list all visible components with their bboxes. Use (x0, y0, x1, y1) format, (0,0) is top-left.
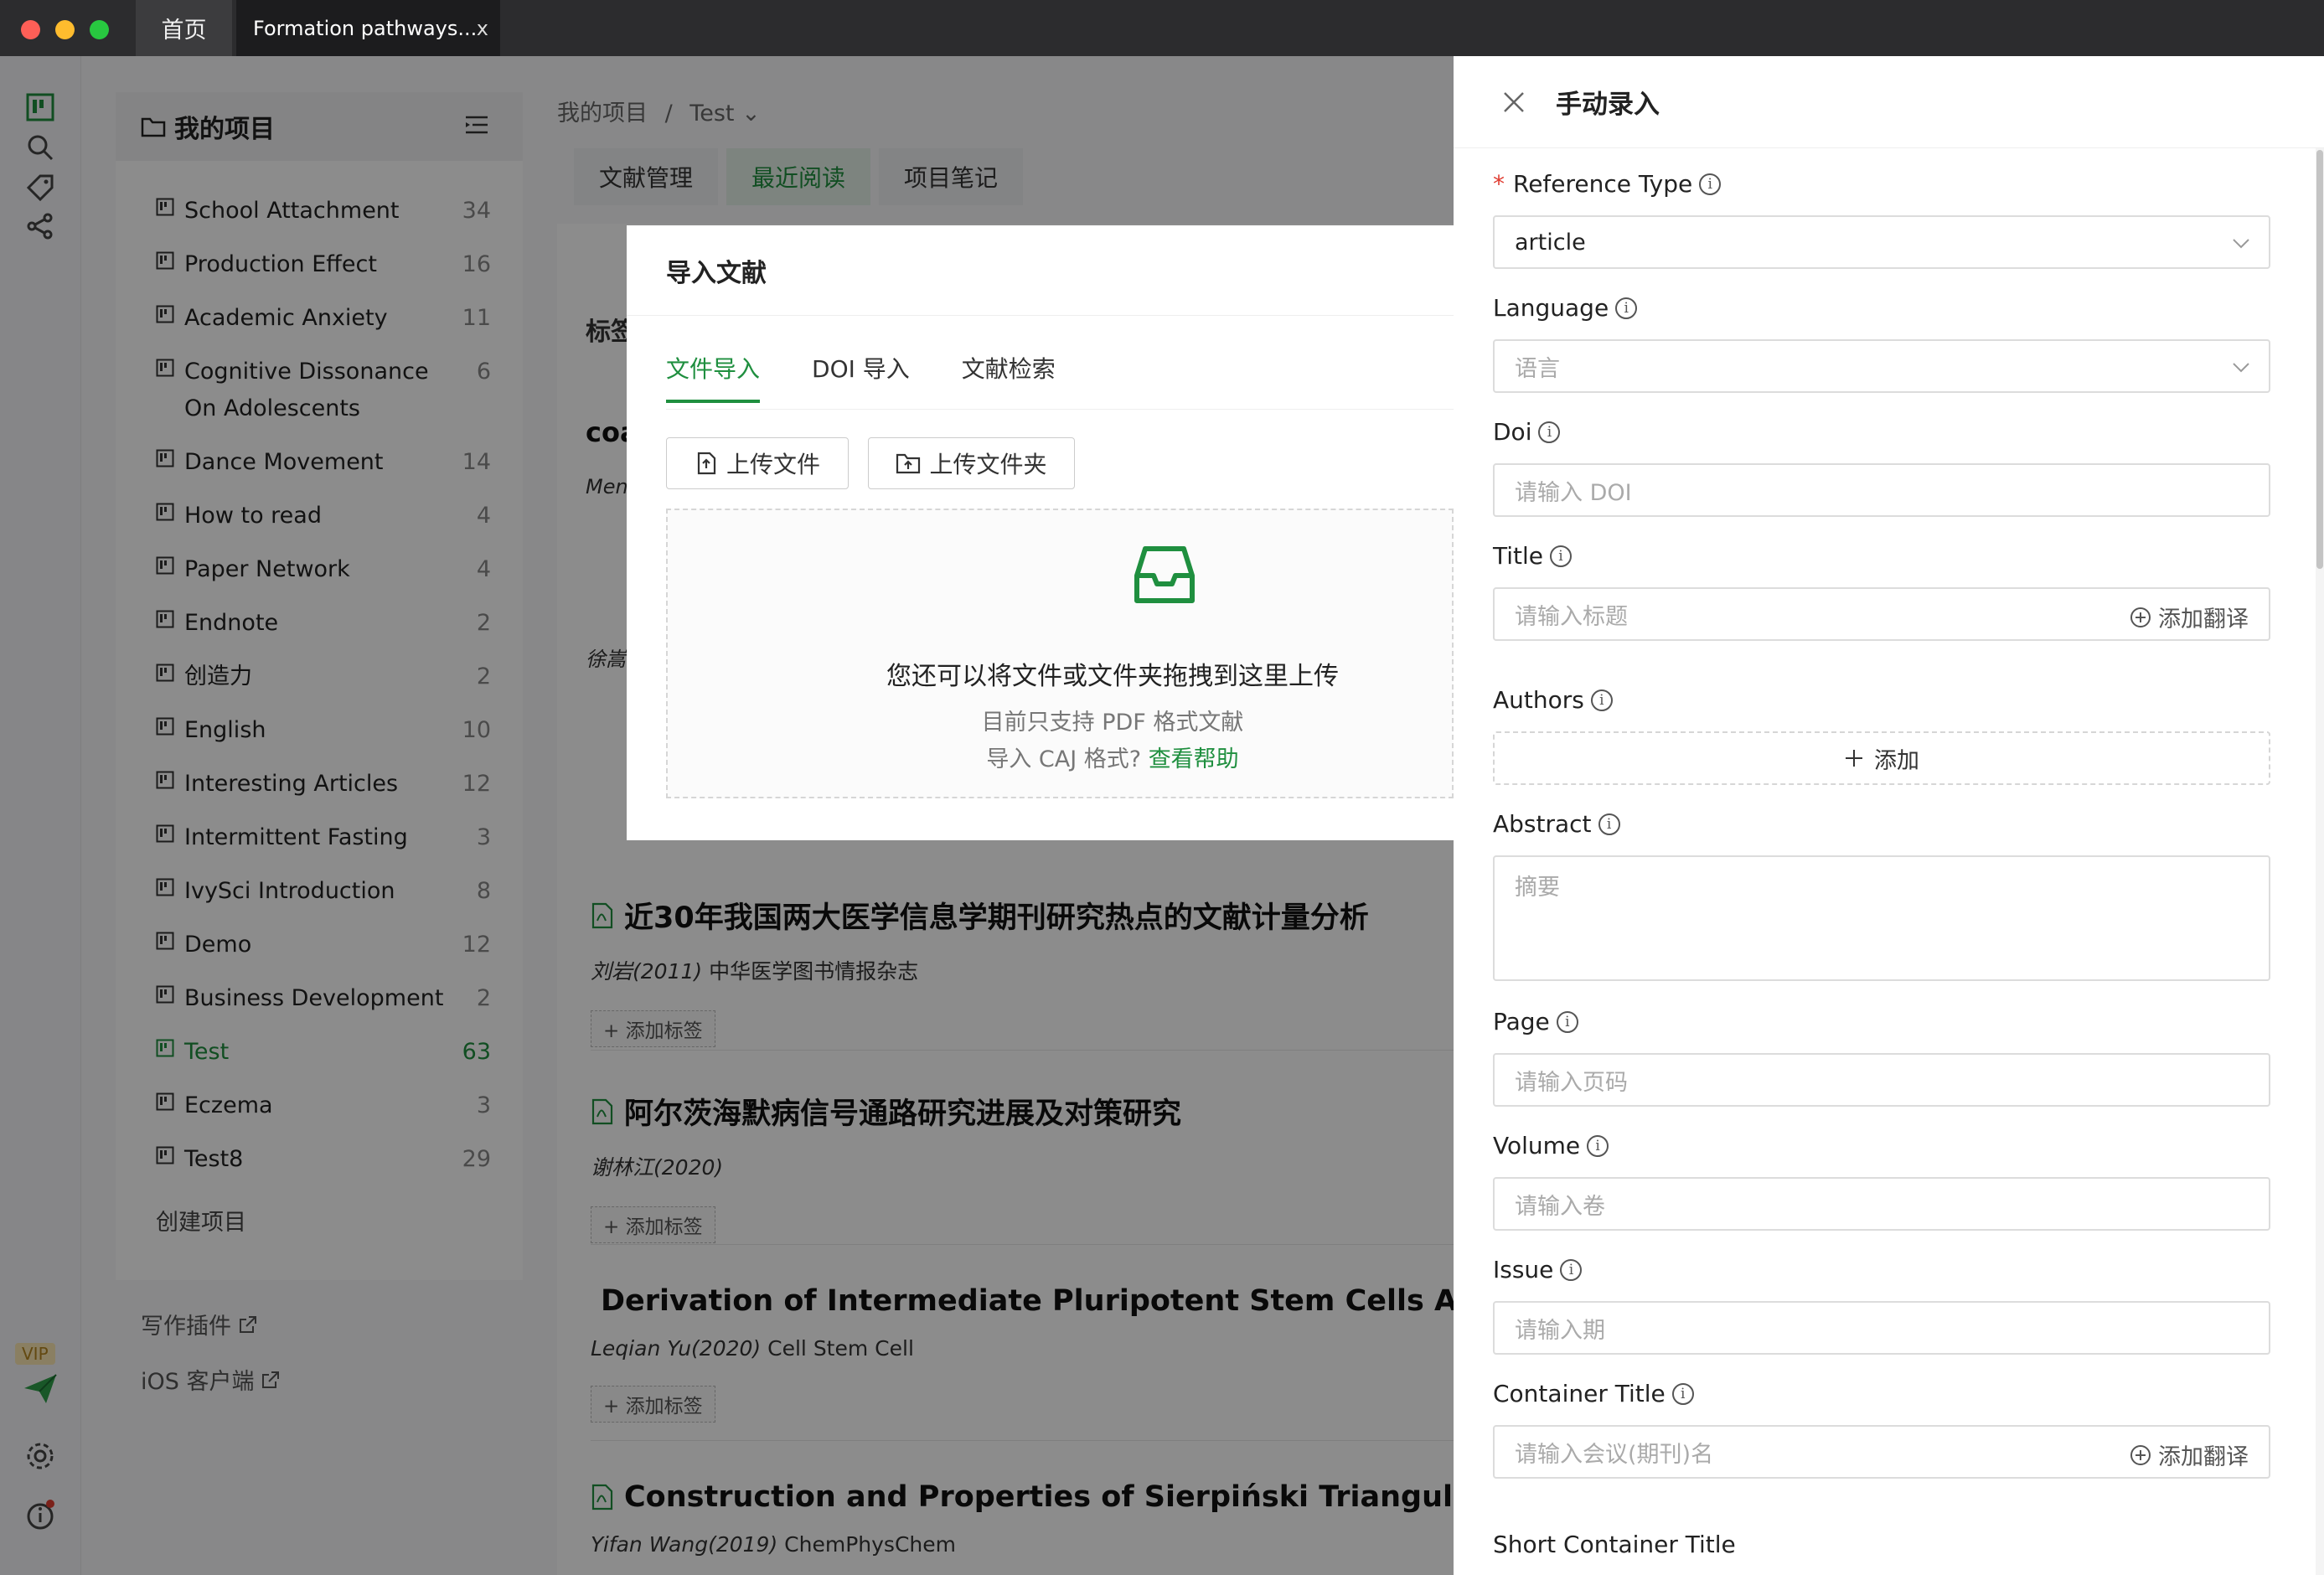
page-label-text: Page (1493, 1008, 1550, 1035)
tab-literature-search[interactable]: 文献检索 (962, 351, 1056, 403)
panel-title: 手动录入 (1556, 90, 1660, 120)
window-zoom-button[interactable] (90, 20, 109, 39)
drop-zone-caj-note: 导入 CAJ 格式? 查看帮助 (627, 741, 1598, 773)
page-label: Page i (1493, 1008, 1578, 1035)
container-title-input[interactable]: 请输入会议(期刊)名 添加翻译 (1493, 1425, 2270, 1479)
issue-label: Issue i (1493, 1256, 1583, 1283)
abstract-textarea[interactable]: 摘要 (1493, 855, 2270, 981)
window-close-button[interactable] (21, 20, 40, 39)
volume-label-text: Volume (1493, 1132, 1581, 1159)
language-label: Language i (1493, 294, 1638, 322)
info-icon[interactable]: i (1699, 173, 1722, 195)
add-author-button[interactable]: 添加 (1493, 731, 2270, 785)
info-icon[interactable]: i (1590, 689, 1613, 711)
title-input[interactable]: 请输入标题 添加翻译 (1493, 587, 2270, 641)
drop-zone-pdf-note: 目前只支持 PDF 格式文献 (981, 710, 1244, 736)
page-placeholder: 请输入页码 (1515, 1069, 1628, 1096)
add-translation-button[interactable]: 添加翻译 (2130, 1438, 2249, 1471)
chevron-down-icon (2233, 239, 2249, 249)
drop-zone-main-text: 您还可以将文件或文件夹拖拽到这里上传 (886, 662, 1339, 691)
chevron-down-icon (2233, 363, 2249, 373)
abstract-label: Abstract i (1493, 810, 1620, 838)
add-translation-label: 添加翻译 (2158, 607, 2249, 633)
reference-type-select[interactable]: article (1493, 215, 2270, 269)
info-icon[interactable]: i (1538, 421, 1561, 443)
language-select[interactable]: 语言 (1493, 339, 2270, 393)
tab-home[interactable]: 首页 (136, 0, 232, 56)
doi-placeholder: 请输入 DOI (1515, 479, 1632, 506)
tab-file-import[interactable]: 文件导入 (666, 351, 761, 403)
close-icon[interactable] (1502, 90, 1526, 114)
authors-label: Authors i (1493, 686, 1613, 714)
issue-label-text: Issue (1493, 1256, 1554, 1283)
info-icon[interactable]: i (1671, 1382, 1694, 1405)
language-label-text: Language (1493, 294, 1609, 322)
tab-document[interactable]: Formation pathways... x (236, 0, 500, 56)
caj-question: 导入 CAJ 格式? (986, 746, 1142, 772)
plus-circle-icon (2130, 607, 2151, 627)
reference-type-label: * Reference Type i (1493, 170, 1722, 198)
volume-placeholder: 请输入卷 (1515, 1193, 1605, 1220)
upload-folder-icon (896, 453, 921, 474)
window-minimize-button[interactable] (55, 20, 75, 39)
panel-scrollbar[interactable] (2316, 148, 2324, 1575)
upload-file-label: 上传文件 (726, 451, 820, 478)
title-label: Title i (1493, 542, 1573, 570)
inbox-icon (1134, 546, 1195, 603)
info-icon[interactable]: i (1556, 1010, 1578, 1033)
panel-header: 手动录入 (1454, 56, 2324, 148)
reference-type-value: article (1515, 229, 1586, 256)
container-title-label-text: Container Title (1493, 1380, 1666, 1407)
doi-input[interactable]: 请输入 DOI (1493, 463, 2270, 517)
add-author-label: 添加 (1874, 747, 1919, 774)
volume-input[interactable]: 请输入卷 (1493, 1177, 2270, 1231)
required-marker: * (1493, 170, 1505, 198)
add-translation-label: 添加翻译 (2158, 1444, 2249, 1470)
scrollbar-thumb[interactable] (2316, 150, 2323, 569)
import-tabs: 文件导入 DOI 导入 文献检索 (666, 351, 1108, 403)
manual-entry-panel: 手动录入 * Reference Type i article Language… (1454, 56, 2324, 1575)
tab-document-label: Formation pathways... (253, 16, 478, 40)
issue-input[interactable]: 请输入期 (1493, 1301, 2270, 1355)
short-container-title-label-text: Short Container Title (1493, 1531, 1736, 1558)
volume-label: Volume i (1493, 1132, 1609, 1159)
language-placeholder: 语言 (1515, 355, 1560, 382)
info-icon[interactable]: i (1615, 297, 1638, 319)
upload-file-icon (697, 452, 716, 475)
short-container-title-label: Short Container Title (1493, 1531, 1736, 1558)
info-icon[interactable]: i (1587, 1134, 1609, 1157)
plus-icon (1846, 750, 1862, 767)
plus-circle-icon (2130, 1444, 2151, 1465)
import-dialog-title: 导入文献 (627, 225, 1454, 316)
title-placeholder: 请输入标题 (1515, 603, 1628, 630)
reference-type-label-text: Reference Type (1513, 170, 1693, 198)
abstract-label-text: Abstract (1493, 810, 1592, 838)
container-title-placeholder: 请输入会议(期刊)名 (1515, 1441, 1714, 1468)
page-input[interactable]: 请输入页码 (1493, 1053, 2270, 1107)
authors-label-text: Authors (1493, 686, 1584, 714)
tab-doi-import[interactable]: DOI 导入 (812, 351, 910, 403)
doi-label: Doi i (1493, 418, 1561, 446)
upload-file-button[interactable]: 上传文件 (666, 437, 849, 489)
upload-folder-label: 上传文件夹 (929, 451, 1047, 478)
title-label-text: Title (1493, 542, 1544, 570)
title-bar: 首页 Formation pathways... x (0, 0, 2324, 56)
issue-placeholder: 请输入期 (1515, 1317, 1605, 1344)
info-icon[interactable]: i (1550, 545, 1573, 567)
container-title-label: Container Title i (1493, 1380, 1694, 1407)
info-icon[interactable]: i (1598, 813, 1620, 835)
info-icon[interactable]: i (1560, 1258, 1583, 1281)
divider (666, 409, 1454, 410)
doi-label-text: Doi (1493, 418, 1532, 446)
upload-folder-button[interactable]: 上传文件夹 (868, 437, 1075, 489)
abstract-placeholder: 摘要 (1515, 875, 1560, 901)
import-dialog: 导入文献 文件导入 DOI 导入 文献检索 上传文件 上传文件夹 您还可以将文件… (627, 225, 1454, 840)
tab-close-button[interactable]: x (477, 17, 488, 40)
add-translation-button[interactable]: 添加翻译 (2130, 601, 2249, 633)
view-help-link[interactable]: 查看帮助 (1149, 746, 1239, 772)
